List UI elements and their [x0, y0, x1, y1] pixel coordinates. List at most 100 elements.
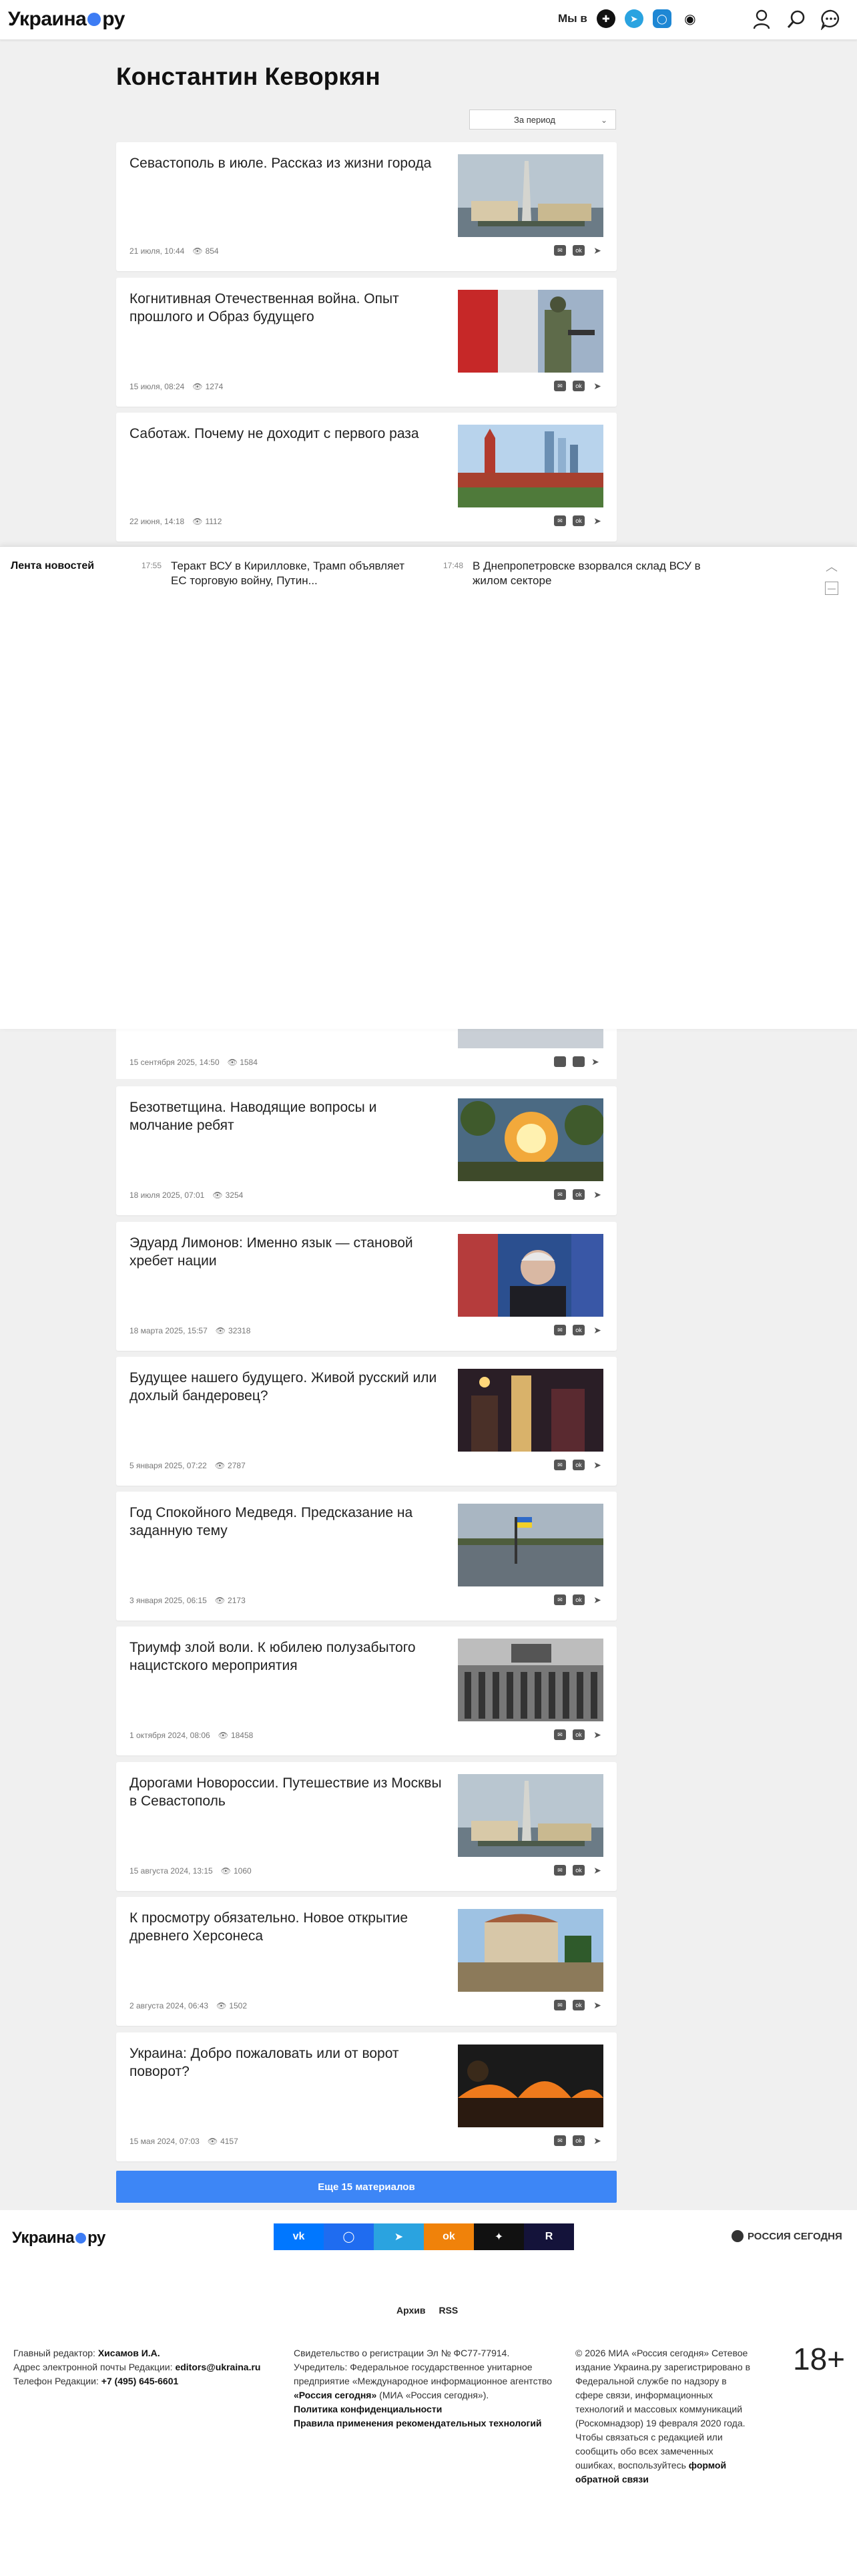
news-feed-item[interactable]: 17:48 В Днепропетровске взорвался склад … — [443, 559, 706, 588]
privacy-policy-link[interactable]: Политика конфиденциальности — [294, 2404, 442, 2414]
article-thumbnail[interactable] — [458, 1504, 603, 1586]
article-title[interactable]: Украина: Добро пожаловать или от ворот п… — [129, 2045, 443, 2081]
share-mail-icon[interactable]: ✉ — [554, 515, 566, 526]
article-meta: 1 октября 2024, 08:06 👁 18458 — [129, 1731, 253, 1740]
article-card[interactable]: Год Спокойного Медведя. Предсказание на … — [116, 1492, 617, 1621]
article-thumbnail[interactable] — [458, 1639, 603, 1721]
user-icon[interactable] — [750, 8, 773, 31]
article-thumbnail[interactable] — [458, 154, 603, 237]
share-ok-icon[interactable]: ok — [573, 1729, 585, 1740]
ria-logo[interactable]: РОССИЯ СЕГОДНЯ — [732, 2230, 842, 2242]
article-thumbnail[interactable] — [458, 290, 603, 373]
share-mail-icon[interactable]: ✉ — [554, 1729, 566, 1740]
share-telegram-icon[interactable]: ➤ — [591, 1325, 603, 1335]
share-telegram-icon[interactable]: ➤ — [591, 2135, 603, 2146]
share-ok-icon[interactable]: ok — [573, 515, 585, 526]
article-card[interactable]: К просмотру обязательно. Новое открытие … — [116, 1897, 617, 2026]
share-ok-icon[interactable]: ok — [573, 2000, 585, 2010]
share-ok-icon[interactable]: ok — [573, 1189, 585, 1200]
editor-phone[interactable]: +7 (495) 645-6601 — [101, 2376, 179, 2386]
article-card[interactable]: Безответщина. Наводящие вопросы и молчан… — [116, 1086, 617, 1215]
share-mail-icon[interactable]: ✉ — [554, 1189, 566, 1200]
article-thumbnail — [458, 1028, 603, 1048]
site-logo[interactable]: Украина ру — [8, 8, 125, 31]
share-telegram-icon[interactable]: ➤ — [591, 1460, 603, 1470]
share-ok-icon[interactable]: ok — [573, 1594, 585, 1605]
period-select[interactable]: За период ⌄ — [469, 110, 616, 130]
footer-link-archive[interactable]: Архив — [396, 2305, 425, 2316]
article-title[interactable]: Год Спокойного Медведя. Предсказание на … — [129, 1504, 443, 1540]
share-ok-icon[interactable]: ok — [573, 381, 585, 391]
article-card[interactable]: Севастополь в июле. Рассказ из жизни гор… — [116, 142, 617, 271]
share-mail-icon[interactable]: ✉ — [554, 2000, 566, 2010]
vk-icon[interactable]: vk — [274, 2223, 324, 2250]
article-title[interactable]: Эдуард Лимонов: Именно язык — становой х… — [129, 1234, 443, 1270]
article-card[interactable]: Украина: Добро пожаловать или от ворот п… — [116, 2032, 617, 2161]
share-telegram-icon[interactable]: ➤ — [591, 381, 603, 391]
share-telegram-icon[interactable]: ➤ — [591, 1056, 599, 1068]
share-mail-icon[interactable] — [554, 1056, 566, 1067]
max-icon[interactable]: ◯ — [652, 9, 671, 28]
telegram-icon[interactable]: ➤ — [624, 9, 643, 28]
share-telegram-icon[interactable]: ➤ — [591, 1594, 603, 1605]
article-card[interactable]: Будущее нашего будущего. Живой русский и… — [116, 1357, 617, 1486]
minimize-icon[interactable]: — — [825, 582, 838, 595]
share-ok-icon[interactable] — [573, 1056, 585, 1067]
search-icon[interactable] — [785, 8, 808, 31]
article-title[interactable]: Когнитивная Отечественная война. Опыт пр… — [129, 290, 443, 326]
dzen-icon[interactable]: ◉ — [681, 9, 699, 28]
share-ok-icon[interactable]: ok — [573, 1865, 585, 1876]
dzen-icon[interactable]: ✦ — [474, 2223, 524, 2250]
share-telegram-icon[interactable]: ➤ — [591, 1729, 603, 1740]
article-card[interactable]: Триумф злой воли. К юбилею полузабытого … — [116, 1627, 617, 1755]
article-card-partial[interactable]: 15 сентября 2025, 14:50 👁 1584 ➤ — [116, 1028, 617, 1079]
share-telegram-icon[interactable]: ➤ — [591, 515, 603, 526]
rutube-icon[interactable]: R — [524, 2223, 574, 2250]
article-thumbnail[interactable] — [458, 1774, 603, 1857]
article-thumbnail[interactable] — [458, 1369, 603, 1452]
share-telegram-icon[interactable]: ➤ — [591, 1189, 603, 1200]
article-title[interactable]: Будущее нашего будущего. Живой русский и… — [129, 1369, 443, 1405]
share-mail-icon[interactable]: ✉ — [554, 1865, 566, 1876]
article-title[interactable]: Триумф злой воли. К юбилею полузабытого … — [129, 1639, 443, 1675]
footer-link-rss[interactable]: RSS — [439, 2305, 458, 2316]
article-thumbnail[interactable] — [458, 1234, 603, 1317]
article-title[interactable]: Саботаж. Почему не доходит с первого раз… — [129, 425, 443, 443]
article-thumbnail[interactable] — [458, 1098, 603, 1181]
share-ok-icon[interactable]: ok — [573, 245, 585, 256]
article-title[interactable]: К просмотру обязательно. Новое открытие … — [129, 1909, 443, 1945]
chat-icon[interactable] — [820, 8, 842, 31]
article-card[interactable]: Дорогами Новороссии. Путешествие из Моск… — [116, 1762, 617, 1891]
share-mail-icon[interactable]: ✉ — [554, 2135, 566, 2146]
news-feed-item[interactable]: 17:55 Теракт ВСУ в Кирилловке, Трамп объ… — [141, 559, 404, 588]
share-ok-icon[interactable]: ok — [573, 1460, 585, 1470]
share-mail-icon[interactable]: ✉ — [554, 381, 566, 391]
share-mail-icon[interactable]: ✉ — [554, 1325, 566, 1335]
article-title[interactable]: Безответщина. Наводящие вопросы и молчан… — [129, 1098, 443, 1134]
article-card[interactable]: Саботаж. Почему не доходит с первого раз… — [116, 413, 617, 542]
ok-icon[interactable]: ok — [424, 2223, 474, 2250]
article-thumbnail[interactable] — [458, 2045, 603, 2127]
article-thumbnail[interactable] — [458, 425, 603, 507]
share-telegram-icon[interactable]: ➤ — [591, 245, 603, 256]
share-mail-icon[interactable]: ✉ — [554, 1594, 566, 1605]
editor-email[interactable]: editors@ukraina.ru — [175, 2362, 260, 2372]
share-ok-icon[interactable]: ok — [573, 2135, 585, 2146]
article-card[interactable]: Эдуард Лимонов: Именно язык — становой х… — [116, 1222, 617, 1351]
article-card[interactable]: Когнитивная Отечественная война. Опыт пр… — [116, 278, 617, 407]
article-title[interactable]: Севастополь в июле. Рассказ из жизни гор… — [129, 154, 443, 172]
max-icon[interactable]: ◯ — [324, 2223, 374, 2250]
article-thumbnail[interactable] — [458, 1909, 603, 1992]
share-ok-icon[interactable]: ok — [573, 1325, 585, 1335]
share-telegram-icon[interactable]: ➤ — [591, 1865, 603, 1876]
share-mail-icon[interactable]: ✉ — [554, 1460, 566, 1470]
load-more-button[interactable]: Еще 15 материалов — [116, 2171, 617, 2203]
share-telegram-icon[interactable]: ➤ — [591, 2000, 603, 2010]
ok-icon[interactable]: ✚ — [596, 9, 615, 28]
recommendation-rules-link[interactable]: Правила применения рекомендательных техн… — [294, 2418, 542, 2428]
share-mail-icon[interactable]: ✉ — [554, 245, 566, 256]
footer-logo[interactable]: Украина ру — [12, 2229, 105, 2247]
article-title[interactable]: Дорогами Новороссии. Путешествие из Моск… — [129, 1774, 443, 1810]
chevron-up-icon[interactable]: ︿ — [826, 558, 838, 575]
telegram-icon[interactable]: ➤ — [374, 2223, 424, 2250]
